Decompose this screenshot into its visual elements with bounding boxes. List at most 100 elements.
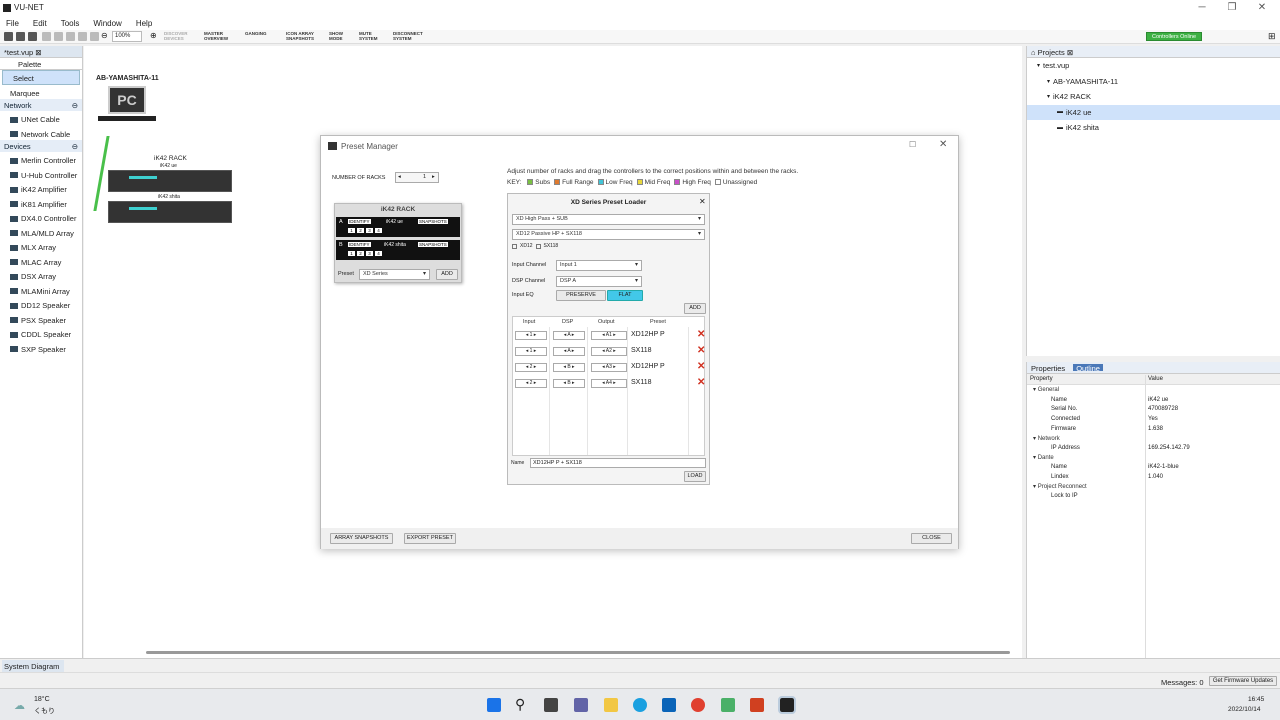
mute-system-button[interactable]: MUTE SYSTEM bbox=[359, 31, 389, 41]
menu-window[interactable]: Window bbox=[93, 19, 121, 28]
increment-icon[interactable]: ▸ bbox=[432, 174, 435, 180]
search-icon[interactable]: ⚲ bbox=[515, 696, 525, 713]
palette-device-item[interactable]: iK42 Amplifier bbox=[0, 181, 82, 196]
property-row[interactable]: IP Address 169.254.142.79 bbox=[1027, 443, 1280, 453]
property-group[interactable]: ▾ General bbox=[1027, 385, 1280, 395]
file-explorer-icon[interactable] bbox=[604, 698, 618, 712]
property-row[interactable]: Name iK42-1-blue bbox=[1027, 463, 1280, 473]
snapshots-button[interactable]: SNAPSHOTS bbox=[418, 242, 448, 247]
new-file-icon[interactable] bbox=[4, 32, 13, 41]
preserve-button[interactable]: PRESERVE bbox=[556, 290, 606, 301]
pc-device[interactable]: PC bbox=[108, 86, 146, 114]
property-group[interactable]: ▾ Network bbox=[1027, 433, 1280, 443]
open-file-icon[interactable] bbox=[16, 32, 25, 41]
loader-add-button[interactable]: ADD bbox=[684, 303, 706, 314]
network-app-icon[interactable] bbox=[721, 698, 735, 712]
menu-tools[interactable]: Tools bbox=[61, 19, 80, 28]
clock-date[interactable]: 2022/10/14 bbox=[1228, 706, 1261, 713]
increment-icon[interactable]: ▸ bbox=[532, 380, 537, 386]
dsp-stepper[interactable]: ◂ A ▸ bbox=[553, 347, 585, 356]
increment-icon[interactable]: ▸ bbox=[571, 380, 575, 386]
zoom-input[interactable]: 100% bbox=[112, 31, 142, 42]
task-view-icon[interactable] bbox=[544, 698, 558, 712]
zoom-out-icon[interactable]: ⊖ bbox=[101, 31, 108, 40]
preset-family-select[interactable]: XD High Pass + SUB bbox=[512, 214, 705, 225]
disconnect-system-button[interactable]: DISCONNECT SYSTEM bbox=[393, 31, 435, 41]
dsp-stepper[interactable]: ◂ B ▸ bbox=[553, 379, 585, 388]
discover-devices-button[interactable]: DISCOVER DEVICES bbox=[164, 31, 200, 41]
maximize-icon[interactable]: ❐ bbox=[1222, 2, 1242, 13]
table-row[interactable]: ◂ 2 ▸ ◂ B ▸ ◂ A4 ▸ SX118 ✕ bbox=[513, 377, 706, 391]
palette-device-item[interactable]: U-Hub Controller bbox=[0, 167, 82, 182]
input-stepper[interactable]: ◂ 1 ▸ bbox=[515, 347, 547, 356]
expand-icon[interactable]: ▾ Dante bbox=[1033, 454, 1054, 461]
master-overview-button[interactable]: MASTER OVERVIEW bbox=[204, 31, 240, 41]
redo-icon[interactable] bbox=[90, 32, 99, 41]
dsp-stepper[interactable]: ◂ B ▸ bbox=[553, 363, 585, 372]
zoom-in-icon[interactable]: ⊕ bbox=[150, 31, 157, 40]
output-stepper[interactable]: ◂ A3 ▸ bbox=[591, 363, 627, 372]
palette-device-item[interactable]: CDDL Speaker bbox=[0, 326, 82, 341]
ganging-button[interactable]: GANGING bbox=[245, 31, 281, 36]
show-mode-button[interactable]: SHOW MODE bbox=[329, 31, 355, 41]
property-row[interactable]: Lock to IP bbox=[1027, 492, 1280, 502]
property-row[interactable]: Connected Yes bbox=[1027, 414, 1280, 424]
collapse-icon[interactable]: ⊖ bbox=[72, 142, 78, 151]
channel-button[interactable]: 2 bbox=[357, 251, 364, 256]
remove-row-icon[interactable]: ✕ bbox=[697, 329, 705, 340]
expand-icon[interactable]: ▾ Network bbox=[1033, 435, 1060, 442]
rack-unit-ik42-shita[interactable] bbox=[108, 201, 232, 223]
increment-icon[interactable]: ▸ bbox=[612, 364, 616, 370]
property-row[interactable]: Firmware 1.638 bbox=[1027, 424, 1280, 434]
start-icon[interactable] bbox=[487, 698, 501, 712]
palette-device-item[interactable]: SXP Speaker bbox=[0, 341, 82, 356]
input-stepper[interactable]: ◂ 2 ▸ bbox=[515, 363, 547, 372]
canvas-scrollbar[interactable] bbox=[146, 651, 1010, 654]
preset-select[interactable]: XD Series bbox=[359, 269, 430, 280]
menu-edit[interactable]: Edit bbox=[33, 19, 47, 28]
increment-icon[interactable]: ▸ bbox=[612, 332, 616, 338]
expand-icon[interactable]: ▾ Project Reconnect bbox=[1033, 483, 1087, 490]
channel-button[interactable]: 4 bbox=[375, 228, 382, 233]
racks-stepper[interactable]: ◂ 1 ▸ bbox=[395, 172, 439, 183]
projects-tab[interactable]: ⌂ Projects ⊠ bbox=[1027, 46, 1280, 58]
remove-row-icon[interactable]: ✕ bbox=[697, 361, 705, 372]
channel-button[interactable]: 4 bbox=[375, 251, 382, 256]
project-tree-item[interactable]: ▾ AB-YAMASHITA-11 bbox=[1027, 74, 1280, 90]
menu-help[interactable]: Help bbox=[136, 19, 152, 28]
increment-icon[interactable]: ▸ bbox=[532, 364, 537, 370]
array-snapshots-button[interactable]: ARRAY SNAPSHOTS bbox=[330, 533, 393, 544]
minimize-icon[interactable]: ─ bbox=[1192, 2, 1212, 13]
powerpoint-icon[interactable] bbox=[750, 698, 764, 712]
checkbox[interactable] bbox=[535, 243, 541, 249]
remove-row-icon[interactable]: ✕ bbox=[697, 377, 705, 388]
table-row[interactable]: ◂ 1 ▸ ◂ A ▸ ◂ A1 ▸ XD12HP P ✕ bbox=[513, 329, 706, 343]
palette-device-item[interactable]: MLA/MLD Array bbox=[0, 225, 82, 240]
palette-item-unet-cable[interactable]: UNet Cable bbox=[0, 111, 82, 126]
palette-device-item[interactable]: PSX Speaker bbox=[0, 312, 82, 327]
rack-slot-a[interactable]: A IDENTIFY iK42 ue SNAPSHOTS 1 2 3 4 bbox=[336, 217, 460, 237]
palette-device-item[interactable]: DSX Array bbox=[0, 268, 82, 283]
palette-device-item[interactable]: DD12 Speaker bbox=[0, 297, 82, 312]
flat-button[interactable]: FLAT bbox=[607, 290, 643, 301]
weather-desc[interactable]: くもり bbox=[34, 706, 55, 716]
rack-slot-b[interactable]: B IDENTIFY iK42 shita SNAPSHOTS 1 2 3 4 bbox=[336, 240, 460, 260]
project-tree-item[interactable]: ▬ iK42 shita bbox=[1027, 120, 1280, 136]
preset-config-select[interactable]: XD12 Passive HP + SX118 bbox=[512, 229, 705, 240]
palette-device-item[interactable]: iK81 Amplifier bbox=[0, 196, 82, 211]
output-stepper[interactable]: ◂ A2 ▸ bbox=[591, 347, 627, 356]
close-icon[interactable]: ✕ bbox=[939, 139, 947, 150]
channel-button[interactable]: 1 bbox=[348, 228, 355, 233]
export-preset-button[interactable]: EXPORT PRESET bbox=[404, 533, 456, 544]
rack-unit-ik42-ue[interactable] bbox=[108, 170, 232, 192]
identify-button[interactable]: IDENTIFY bbox=[348, 219, 371, 224]
palette-device-item[interactable]: Merlin Controller bbox=[0, 152, 82, 167]
increment-icon[interactable]: ▸ bbox=[570, 348, 575, 354]
close-tab-icon[interactable]: ⊠ bbox=[35, 48, 41, 57]
table-row[interactable]: ◂ 2 ▸ ◂ B ▸ ◂ A3 ▸ XD12HP P ✕ bbox=[513, 361, 706, 375]
property-group[interactable]: ▾ Project Reconnect bbox=[1027, 482, 1280, 492]
increment-icon[interactable]: ▸ bbox=[532, 348, 537, 354]
cut-icon[interactable] bbox=[42, 32, 51, 41]
decrement-icon[interactable]: ◂ bbox=[398, 174, 401, 180]
input-stepper[interactable]: ◂ 2 ▸ bbox=[515, 379, 547, 388]
